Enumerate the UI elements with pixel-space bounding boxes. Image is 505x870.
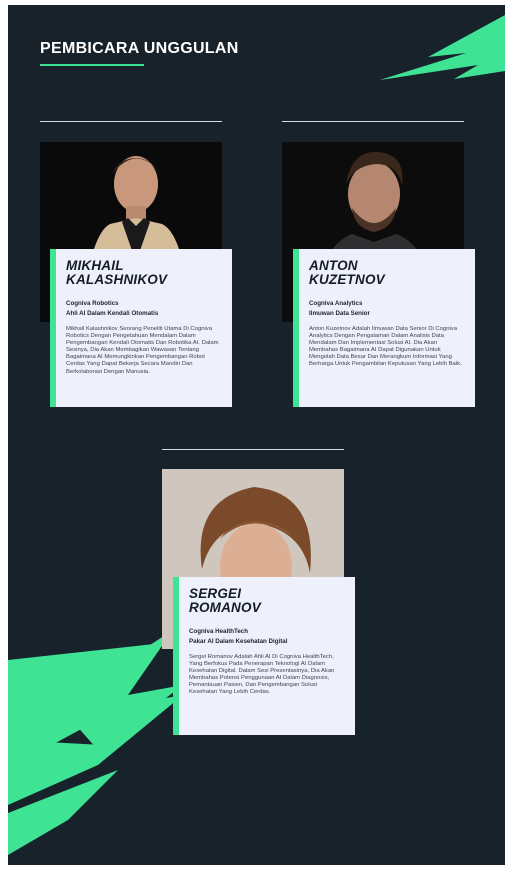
speaker-card-mikhail: MIKHAIL KALASHNIKOV Cogniva Robotics Ahl… xyxy=(50,249,232,407)
speaker-role: Pakar AI Dalam Kesehatan Digital xyxy=(189,638,288,645)
speaker-name: ANTON KUZETNOV xyxy=(309,259,465,287)
speaker-role: Ahli AI Dalam Kendali Otomatis xyxy=(66,310,159,317)
speaker-bio: Anton Kuzetnov Adalah Ilmuwan Data Senio… xyxy=(309,326,462,368)
speaker-company: Cogniva HealthTech xyxy=(189,628,249,635)
speaker-page: PEMBICARA UNGGULAN MIKHAIL KALASHNIKOV C… xyxy=(8,5,505,865)
card-divider xyxy=(40,121,222,122)
speaker-name: MIKHAIL KALASHNIKOV xyxy=(66,259,222,287)
speaker-name-line2: KUZETNOV xyxy=(309,272,385,287)
speaker-name-line1: ANTON xyxy=(309,258,358,273)
speaker-name-line1: SERGEI xyxy=(189,586,242,601)
speaker-name-line2: KALASHNIKOV xyxy=(66,272,168,287)
card-divider xyxy=(282,121,464,122)
lightning-decoration xyxy=(8,15,505,855)
speaker-name-line1: MIKHAIL xyxy=(66,258,124,273)
speaker-bio: Sergei Romanov Adalah Ahli AI Di Cogniva… xyxy=(189,654,335,696)
page-title: PEMBICARA UNGGULAN xyxy=(40,40,239,57)
speaker-bio: Mikhail Kalashnikov Seorang Peneliti Uta… xyxy=(66,326,219,375)
speaker-company: Cogniva Robotics xyxy=(66,300,119,307)
speaker-name-line2: ROMANOV xyxy=(189,600,261,615)
speaker-card-anton: ANTON KUZETNOV Cogniva Analytics Ilmuwan… xyxy=(293,249,475,407)
speaker-card-sergei: SERGEI ROMANOV Cogniva HealthTech Pakar … xyxy=(173,577,355,735)
speaker-name: SERGEI ROMANOV xyxy=(189,587,345,615)
speaker-company: Cogniva Analytics xyxy=(309,300,363,307)
title-underline xyxy=(40,64,144,66)
speaker-role: Ilmuwan Data Senior xyxy=(309,310,370,317)
card-divider xyxy=(162,449,344,450)
